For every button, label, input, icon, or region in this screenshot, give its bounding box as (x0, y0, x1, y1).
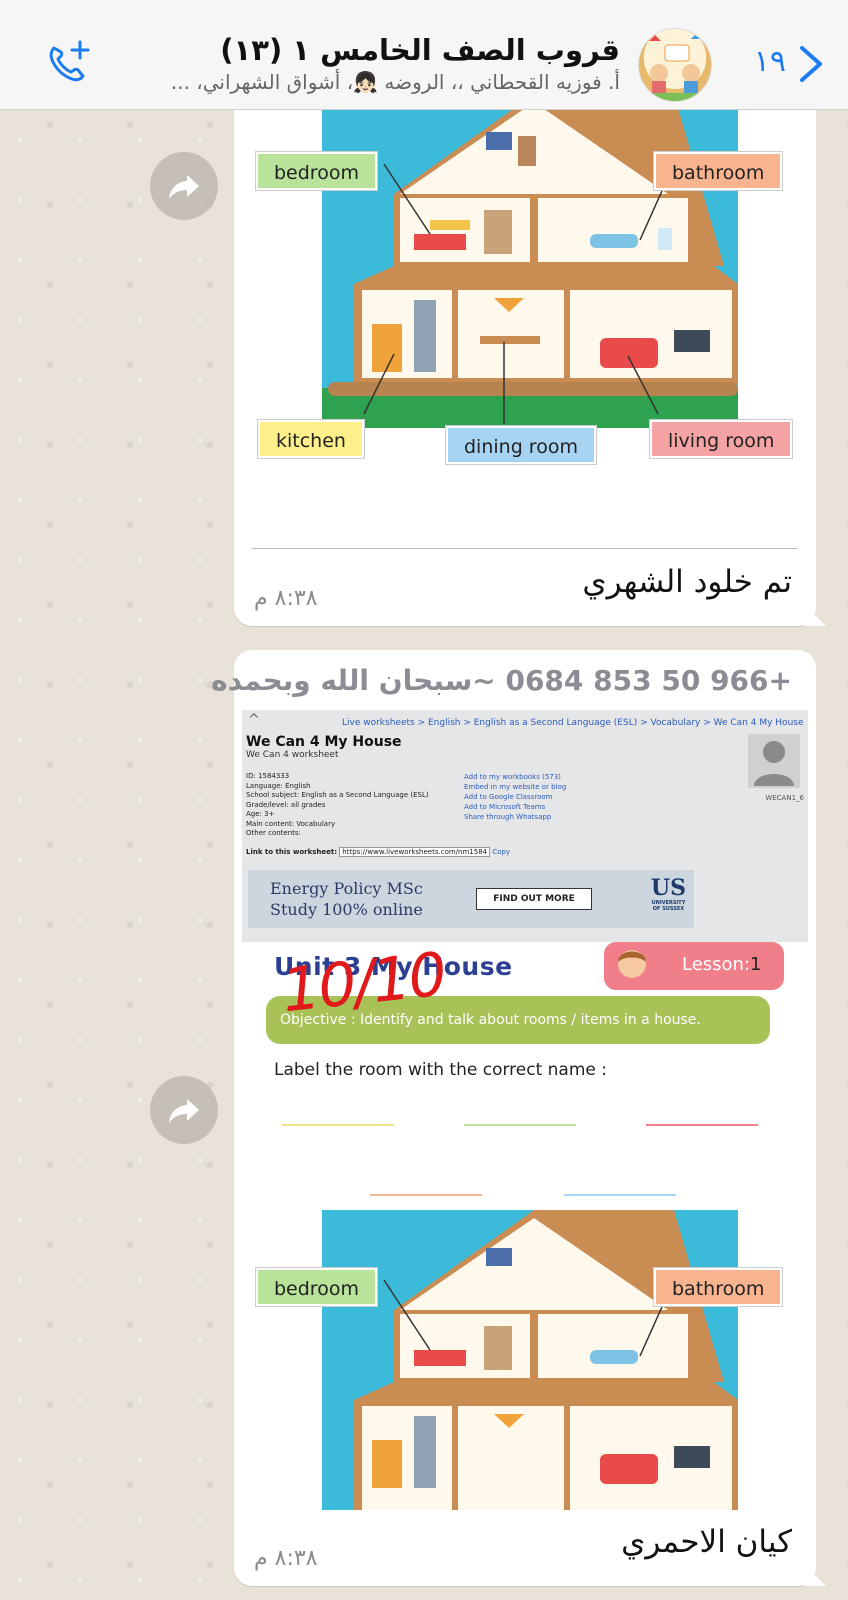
label-dining-room: dining room (445, 425, 597, 465)
message-bubble[interactable]: +966 50 853 0684 ~سبحان الله وبحمده ^ Li… (211, 650, 826, 1586)
worksheet-subtitle: We Can 4 worksheet (246, 750, 339, 760)
meta-age: Age: 3+ (246, 810, 275, 818)
link-url: https://www.liveworksheets.com/nm1584 (339, 847, 491, 857)
message-text: تم خلود الشهري (582, 564, 792, 600)
sender-name[interactable]: +966 50 853 0684 ~سبحان الله وبحمده (211, 664, 792, 697)
unread-count[interactable]: ١٩ (754, 44, 786, 79)
link-microsoft-teams: Add to Microsoft Teams (464, 803, 546, 811)
kids-logo-icon (639, 33, 711, 101)
link-embed: Embed in my website or blog (464, 783, 567, 791)
copy-link: Copy (492, 848, 511, 856)
lesson-label: Lesson: (682, 954, 751, 975)
worksheet-meta: ID: 1584333 Language: English School sub… (246, 772, 429, 839)
divider (252, 548, 798, 549)
person-icon (754, 741, 794, 786)
girl-icon (618, 950, 646, 978)
house-illustration (322, 1210, 738, 1510)
ad-line2: Study 100% online (270, 900, 423, 919)
instruction-text: Label the room with the correct name : (274, 1060, 607, 1080)
label-kitchen: kitchen (257, 419, 365, 459)
label-bedroom: bedroom (255, 151, 378, 191)
meta-other-contents: Other contents: (246, 829, 301, 837)
answer-blank (464, 1092, 576, 1126)
lesson-badge: Lesson: 1 (604, 942, 784, 990)
message-time: ٨:٣٨ م (254, 1546, 318, 1571)
answer-blank (370, 1162, 482, 1196)
house-illustration (322, 94, 738, 428)
meta-language: Language: English (246, 781, 311, 790)
worksheet-links: Add to my workbooks (573) Embed in my we… (464, 772, 566, 822)
breadcrumb: Live worksheets > English > English as a… (342, 718, 804, 728)
ad-logo-text: US (650, 875, 686, 901)
house-image[interactable]: bedroom bathroom kitchen dining room liv… (254, 94, 802, 474)
forward-button[interactable] (150, 1076, 218, 1144)
worksheet-link-row: Link to this worksheet: https://www.live… (246, 847, 511, 857)
answer-blank (282, 1092, 394, 1126)
meta-id: ID: 1584333 (246, 772, 290, 780)
meta-main-content: Main content: Vocabulary (246, 819, 336, 828)
ad-line1: Energy Policy MSc (270, 879, 423, 898)
username: WECAN1_6 (765, 794, 804, 802)
label-bedroom: bedroom (255, 1267, 378, 1307)
forward-arrow-icon (169, 1099, 199, 1123)
ad-logo-sub2: OF SUSSEX (652, 906, 685, 912)
forward-button[interactable] (150, 152, 218, 220)
message-text: كيان الاحمري (621, 1524, 792, 1560)
group-members: أ. فوزيه القحطاني ،، الروضه 👧🏻، أشواق ال… (170, 70, 620, 94)
add-call-button[interactable] (44, 38, 96, 84)
answer-blank (646, 1092, 758, 1126)
phone-plus-icon (49, 40, 90, 82)
group-avatar[interactable] (638, 28, 712, 102)
ad-logo: US UNIVERSITY OF SUSSEX (651, 876, 686, 912)
user-avatar (748, 734, 800, 788)
worksheet-title: We Can 4 My House (246, 734, 402, 750)
house-image[interactable]: bedroom bathroom (254, 1210, 802, 1510)
meta-grade: Grade/level: all grades (246, 800, 326, 809)
collapse-icon: ^ (248, 712, 260, 728)
message-time: ٨:٣٨ م (254, 586, 318, 611)
message-bubble[interactable]: bedroom bathroom kitchen dining room liv… (234, 94, 826, 626)
label-living-room: living room (648, 419, 794, 459)
chevron-right-icon (800, 46, 822, 82)
worksheet-unit-area: Unit 3 My House Lesson: 1 Objective : Id… (242, 940, 808, 1138)
ad-button: FIND OUT MORE (476, 888, 592, 910)
answer-blank (564, 1162, 676, 1196)
forward-arrow-icon (169, 175, 199, 199)
meta-subject: School subject: English as a Second Lang… (246, 791, 429, 799)
group-info[interactable]: قروب الصف الخامس ١ (١٣) أ. فوزيه القحطان… (100, 32, 620, 96)
chat-header: قروب الصف الخامس ١ (١٣) أ. فوزيه القحطان… (0, 0, 848, 110)
link-workbooks: Add to my workbooks (573) (464, 773, 561, 781)
advertisement: Energy Policy MSc Study 100% online FIND… (248, 870, 694, 928)
label-bathroom: bathroom (652, 1267, 784, 1307)
lesson-number: 1 (750, 954, 762, 975)
ad-text: Energy Policy MSc Study 100% online (270, 878, 423, 920)
worksheet-screenshot[interactable]: ^ Live worksheets > English > English as… (242, 710, 808, 942)
back-button[interactable] (794, 44, 826, 84)
link-whatsapp: Share through Whatsapp (464, 813, 552, 821)
link-label: Link to this worksheet: (246, 848, 338, 856)
group-title: قروب الصف الخامس ١ (١٣) (220, 33, 620, 67)
label-bathroom: bathroom (652, 151, 784, 191)
link-google-classroom: Add to Google Classroom (464, 793, 553, 801)
